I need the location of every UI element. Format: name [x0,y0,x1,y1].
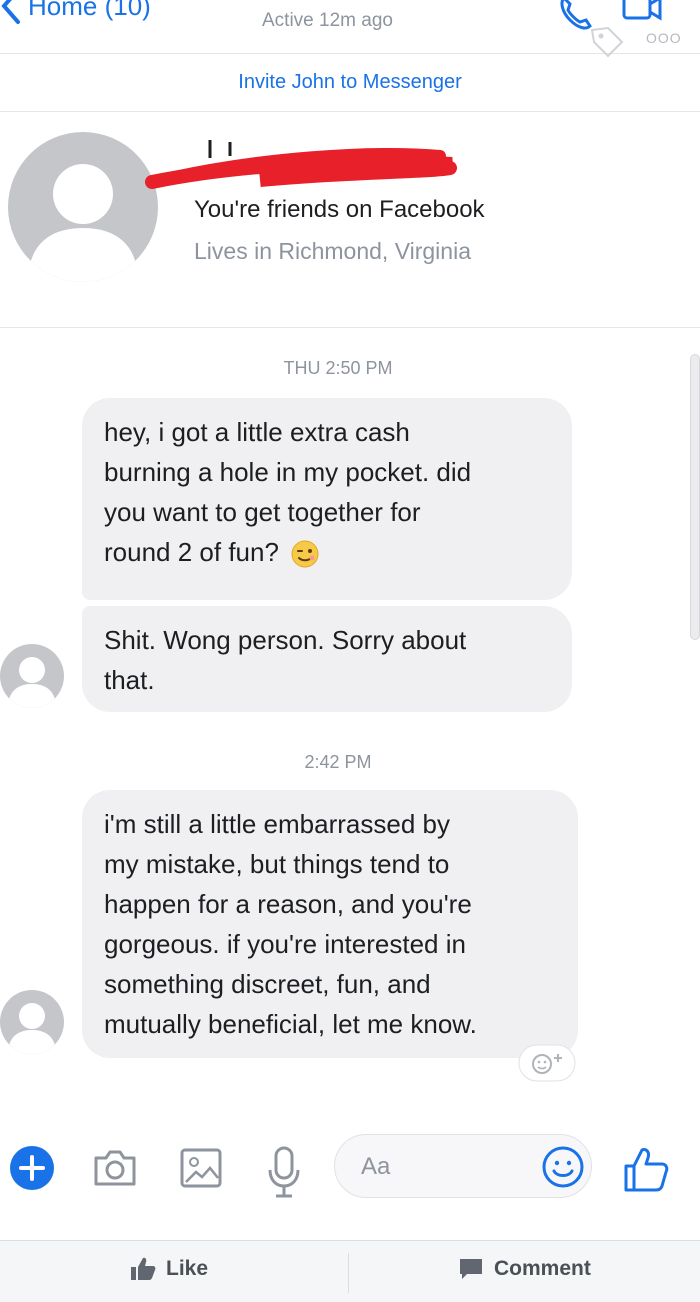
comment-icon [460,1259,482,1279]
friends-status: You're friends on Facebook [194,196,485,223]
video-camera-icon[interactable] [620,0,664,28]
add-reaction-icon[interactable] [518,1044,576,1082]
sender-avatar-icon [0,644,64,708]
gallery-icon[interactable] [178,1144,224,1192]
message-bubble[interactable]: i'm still a little embarrassed by my mis… [82,790,578,1058]
comment-label: Comment [494,1257,591,1280]
camera-icon[interactable] [90,1144,140,1192]
post-actions-bar: Like Comment [0,1240,700,1302]
message-line: burning a hole in my pocket. did [104,457,472,487]
emoji-icon[interactable] [541,1145,585,1189]
divider [348,1253,349,1293]
message-line: round 2 of fun? [104,537,279,567]
microphone-icon[interactable] [264,1144,304,1200]
message-line: mutually beneficial, let me know. [104,1009,477,1039]
like-icon [131,1257,156,1280]
more-options-icon[interactable]: OOO [646,30,682,46]
thumbs-up-icon[interactable] [622,1144,670,1194]
message-bubble[interactable]: Shit. Wong person. Sorry about that. [82,606,572,712]
back-button[interactable]: Home (10) [0,0,151,26]
message-input-field[interactable] [334,1134,592,1198]
plus-icon[interactable] [8,1144,56,1192]
timestamp: THU 2:50 PM [283,358,393,378]
message-composer [0,1124,700,1214]
comment-button[interactable]: Comment [458,1257,591,1281]
message-line: i'm still a little embarrassed by [104,809,450,839]
profile-location: Lives in Richmond, Virginia [194,238,471,264]
active-status: Active 12m ago [262,10,393,31]
profile-avatar-icon [8,132,158,282]
name-redaction-mark [145,140,457,189]
invite-link[interactable]: Invite John to Messenger [238,71,461,94]
message-line: gorgeous. if you're interested in [104,929,466,959]
back-button-label: Home (10) [28,0,151,21]
message-line: something discreet, fun, and [104,969,431,999]
like-label: Like [166,1257,209,1280]
message-bubble[interactable]: hey, i got a little extra cash burning a… [82,398,572,600]
message-line: you want to get together for [104,497,421,527]
invite-bar: Invite John to Messenger [0,54,700,112]
message-input[interactable] [361,1149,541,1185]
conversation-header: Home (10) Active 12m ago OOO [0,0,700,58]
chevron-left-icon [1,0,20,24]
message-line: my mistake, but things tend to [104,849,450,879]
message-line: Shit. Wong person. Sorry about [104,625,467,655]
winking-face-icon [291,540,319,568]
message-line: happen for a reason, and you're [104,889,472,919]
sender-avatar-icon [0,990,64,1054]
like-button[interactable]: Like [130,1257,208,1281]
message-line: that. [104,665,155,695]
message-line: hey, i got a little extra cash [104,417,410,447]
profile-card: You're friends on Facebook Lives in Rich… [0,112,700,328]
scrollbar[interactable] [690,354,700,640]
timestamp: 2:42 PM [304,752,372,772]
